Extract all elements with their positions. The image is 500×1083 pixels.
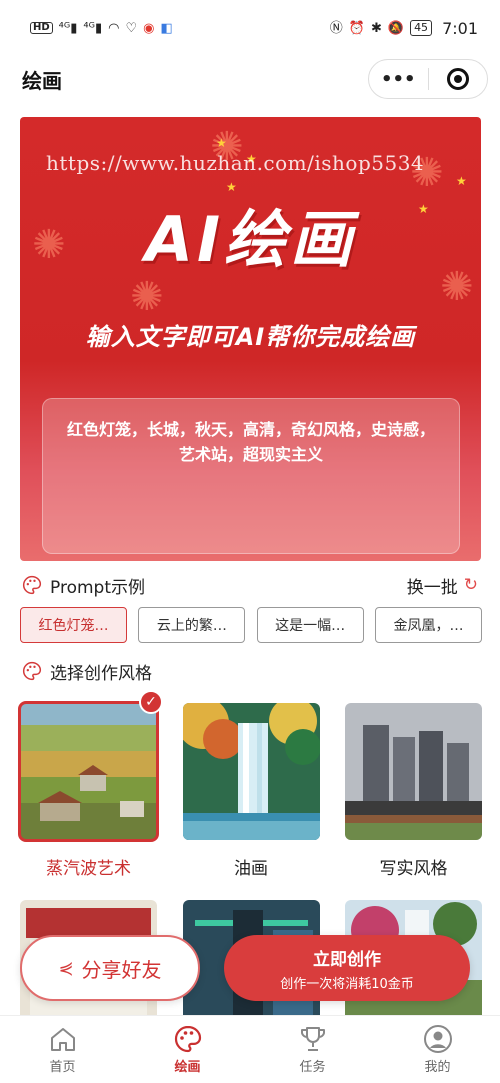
nav-bar: 绘画 •••	[0, 56, 500, 102]
ai-painting-banner: ✺ ✺ ✺ ✺ ✺ ★ ★ ★ ★ ★ https://www.huzhan.c…	[20, 117, 481, 561]
prompt-input[interactable]: 红色灯笼，长城，秋天，高清，奇幻风格，史诗感，艺术站，超现实主义	[42, 398, 460, 554]
tab-label: 我的	[424, 1060, 451, 1075]
tab-label: 任务	[299, 1060, 326, 1075]
weibo-icon: ◉	[143, 20, 155, 36]
signal-4g-icon-2: ⁴ᴳ▮	[83, 20, 103, 36]
style-grid: 蒸汽波艺术 油画 写实风格	[18, 701, 482, 879]
tab-label: 绘画	[174, 1060, 201, 1075]
nfc-icon: Ⓝ	[329, 20, 343, 36]
signal-4g-icon: ⁴ᴳ▮	[58, 20, 78, 36]
prompt-chips: 红色灯笼… 云上的繁… 这是一幅… 金凤凰，…	[20, 607, 482, 643]
style-card-realistic[interactable]: 写实风格	[345, 703, 482, 879]
check-icon: ✓	[139, 690, 163, 714]
hd-icon: HD	[30, 22, 53, 34]
refresh-button[interactable]: 换一批 ↻	[407, 573, 478, 598]
tab-label: 首页	[49, 1060, 76, 1075]
style-label: 蒸汽波艺术	[46, 859, 131, 879]
palette-icon	[23, 661, 42, 681]
prompt-chip[interactable]: 红色灯笼…	[20, 607, 127, 643]
star-decoration: ★	[216, 136, 227, 150]
style-label: 油画	[234, 859, 268, 879]
refresh-icon: ↻	[463, 575, 478, 595]
wifi-icon: ◠	[108, 20, 120, 36]
more-button[interactable]: •••	[369, 60, 428, 98]
create-button[interactable]: 立即创作 创作一次将消耗10金币	[224, 935, 470, 1001]
bluetooth-icon: ✱	[370, 20, 382, 36]
trophy-icon	[300, 1027, 325, 1051]
style-section-title: 选择创作风格	[50, 663, 152, 684]
battery-icon: 45	[410, 20, 433, 36]
share-icon: ⋞	[58, 957, 74, 979]
app-icon: ◧	[160, 20, 173, 36]
tab-painting[interactable]: 绘画	[125, 1016, 250, 1083]
tab-profile[interactable]: 我的	[375, 1016, 500, 1083]
home-icon	[50, 1028, 75, 1051]
page-title: 绘画	[22, 68, 62, 93]
tab-home[interactable]: 首页	[0, 1016, 125, 1083]
bottom-tab-bar: 首页 绘画 任务 我的	[0, 1015, 500, 1083]
style-thumbnail	[345, 703, 482, 840]
prompt-chip[interactable]: 云上的繁…	[138, 607, 246, 643]
target-icon	[446, 68, 469, 90]
share-label: 分享好友	[81, 957, 162, 982]
status-bar: HD ⁴ᴳ▮ ⁴ᴳ▮ ◠ ♡ ◉ ◧ Ⓝ ⏰ ✱ 🔕 45 7:01	[0, 0, 500, 56]
create-subtitle: 创作一次将消耗10金币	[280, 976, 414, 992]
heart-icon: ♡	[125, 20, 138, 36]
prompt-section-title: Prompt示例	[50, 577, 145, 598]
status-icons-right: Ⓝ ⏰ ✱ 🔕 45 7:01	[330, 19, 478, 38]
prompt-text: 红色灯笼，长城，秋天，高清，奇幻风格，史诗感，艺术站，超现实主义	[66, 420, 435, 464]
refresh-label: 换一批	[406, 577, 458, 598]
palette-icon	[174, 1025, 201, 1053]
firework-decoration: ✺	[130, 274, 164, 320]
banner-subtitle: 输入文字即可AI帮你完成绘画	[85, 323, 416, 351]
style-thumbnail	[182, 703, 320, 840]
style-card-vaporwave[interactable]: 蒸汽波艺术	[18, 701, 159, 879]
more-dots-icon: •••	[380, 68, 416, 90]
share-button[interactable]: ⋞ 分享好友	[20, 935, 200, 1001]
style-label: 写实风格	[379, 859, 448, 879]
banner-title: AI绘画	[144, 203, 357, 276]
prompt-chip[interactable]: 这是一幅…	[256, 607, 364, 643]
mini-program-capsule: •••	[368, 59, 488, 99]
tab-tasks[interactable]: 任务	[250, 1016, 375, 1083]
style-section-header: 选择创作风格	[22, 657, 478, 685]
prompt-chip[interactable]: 金凤凰，…	[374, 607, 482, 643]
palette-icon	[23, 575, 42, 595]
style-thumbnail	[18, 701, 159, 842]
prompt-section-header: Prompt示例 换一批 ↻	[22, 571, 478, 599]
status-icons-left: HD ⁴ᴳ▮ ⁴ᴳ▮ ◠ ♡ ◉ ◧	[30, 22, 173, 35]
watermark-text: https://www.huzhan.com/ishop5534	[46, 151, 425, 175]
star-decoration: ★	[456, 174, 467, 188]
alarm-icon: ⏰	[348, 20, 365, 36]
create-title: 立即创作	[313, 949, 381, 970]
clock: 7:01	[442, 18, 478, 38]
user-icon	[423, 1025, 452, 1053]
close-button[interactable]	[429, 60, 488, 98]
style-card-oil-painting[interactable]: 油画	[182, 703, 320, 879]
mute-icon: 🔕	[387, 20, 405, 36]
